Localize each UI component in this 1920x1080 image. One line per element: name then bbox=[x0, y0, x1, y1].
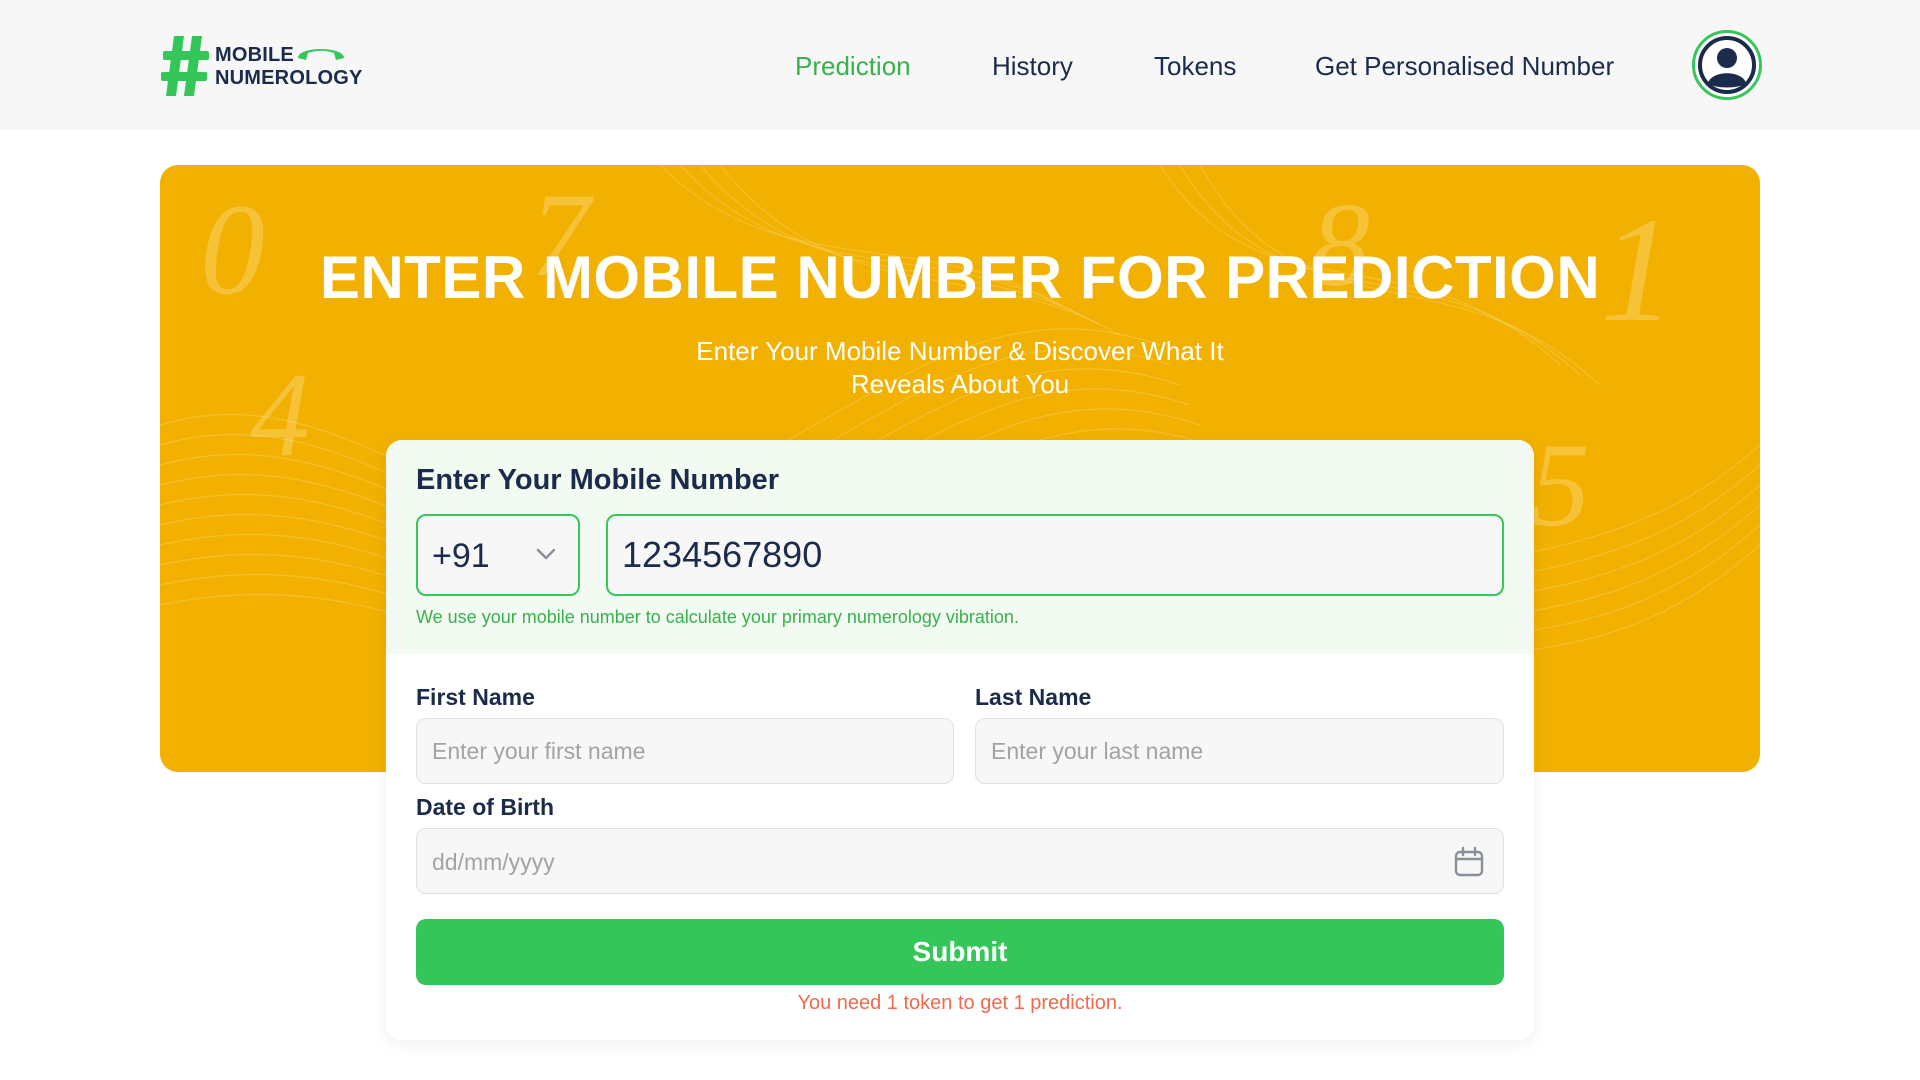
page-title: ENTER MOBILE NUMBER FOR PREDICTION bbox=[319, 244, 1601, 311]
decor-digit: 4 bbox=[250, 348, 310, 481]
mobile-number-input[interactable] bbox=[606, 514, 1504, 596]
date-of-birth-label: Date of Birth bbox=[416, 794, 554, 820]
country-code-select[interactable]: +91 bbox=[416, 514, 580, 596]
last-name-label: Last Name bbox=[975, 684, 1092, 710]
submit-button[interactable]: Submit bbox=[416, 919, 1504, 985]
hash-icon bbox=[161, 36, 209, 96]
nav-tokens[interactable]: Tokens bbox=[1154, 48, 1236, 84]
nav-history[interactable]: History bbox=[992, 48, 1073, 84]
user-avatar-button[interactable] bbox=[1692, 30, 1762, 100]
brand-logo[interactable]: MOBILE NUMEROLOGY bbox=[160, 34, 370, 98]
date-of-birth-placeholder: dd/mm/yyyy bbox=[432, 849, 555, 875]
decor-digit: 5 bbox=[1530, 418, 1590, 551]
first-name-label: First Name bbox=[416, 684, 535, 710]
nav-prediction[interactable]: Prediction bbox=[795, 48, 911, 84]
token-requirement-note: You need 1 token to get 1 prediction. bbox=[797, 992, 1123, 1014]
last-name-input[interactable] bbox=[975, 718, 1504, 784]
country-code-value: +91 bbox=[432, 537, 490, 575]
phone-handset-icon bbox=[298, 49, 344, 60]
user-avatar-icon bbox=[1698, 36, 1756, 94]
date-of-birth-input[interactable]: dd/mm/yyyy bbox=[416, 828, 1504, 894]
first-name-input[interactable] bbox=[416, 718, 954, 784]
nav-get-personalised-number[interactable]: Get Personalised Number bbox=[1315, 48, 1614, 84]
mobile-number-hint: We use your mobile number to calculate y… bbox=[416, 607, 1019, 627]
calendar-icon[interactable] bbox=[1453, 846, 1485, 878]
top-header: MOBILE NUMEROLOGY Prediction History Tok… bbox=[0, 0, 1920, 130]
mobile-number-heading: Enter Your Mobile Number bbox=[416, 464, 780, 496]
prediction-form-card: Enter Your Mobile Number +91 We use your… bbox=[386, 440, 1534, 1040]
chevron-down-icon bbox=[536, 548, 556, 560]
brand-line-2: NUMEROLOGY bbox=[215, 67, 363, 89]
page-subtitle: Enter Your Mobile Number & Discover What… bbox=[696, 336, 1224, 399]
mobile-number-section: Enter Your Mobile Number +91 We use your… bbox=[386, 440, 1534, 654]
